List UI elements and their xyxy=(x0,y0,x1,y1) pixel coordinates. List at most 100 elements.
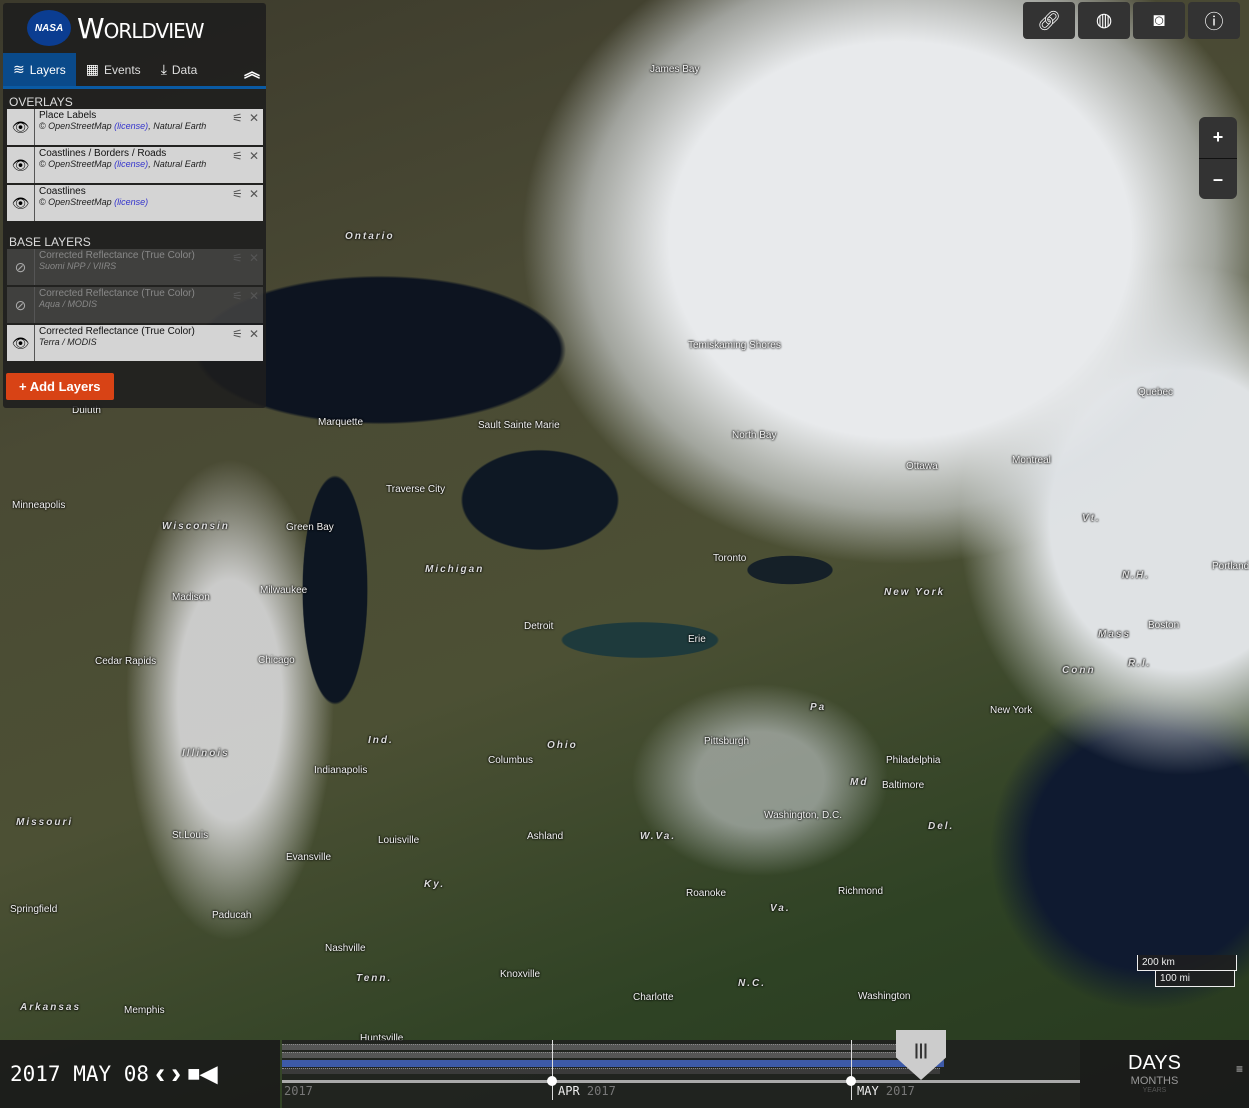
map-label: Charlotte xyxy=(633,992,674,1003)
map-label: R.I. xyxy=(1128,658,1152,669)
year-label: 2017 xyxy=(586,1084,616,1098)
timeline-zoom-level: DAYS MONTHS YEARS ≡ xyxy=(1080,1040,1249,1108)
layer-settings-icon[interactable]: ⚟ xyxy=(232,289,243,303)
remove-layer-icon[interactable]: ✕ xyxy=(249,327,259,341)
tab-data[interactable]: ⤓ Data xyxy=(151,53,208,86)
remove-layer-icon[interactable]: ✕ xyxy=(249,289,259,303)
overlays-heading: OVERLAYS xyxy=(9,95,73,109)
layer-source: Aqua / MODIS xyxy=(39,299,259,309)
map-label: Ashland xyxy=(527,831,564,842)
timeline-track[interactable]: 2017 APR 2017 MAY 2017 ||| xyxy=(282,1030,1080,1108)
link-icon[interactable]: 🔗︎ xyxy=(1023,2,1075,39)
map-label: Louisville xyxy=(378,835,420,846)
map-label: Madison xyxy=(172,592,210,603)
map-label: Sault Sainte Marie xyxy=(478,420,560,431)
layer-name: Corrected Reflectance (True Color) xyxy=(39,250,195,261)
globe-icon[interactable]: ◍ xyxy=(1078,2,1130,39)
tab-layers[interactable]: ≋ Layers xyxy=(3,53,76,86)
layer-settings-icon[interactable]: ⚟ xyxy=(232,149,243,163)
map-label: N.H. xyxy=(1122,570,1150,581)
eye-icon[interactable]: 👁︎ xyxy=(7,147,35,183)
layer-source: © OpenStreetMap (license) xyxy=(39,197,259,207)
remove-layer-icon[interactable]: ✕ xyxy=(249,251,259,265)
layer-name: Place Labels xyxy=(39,110,97,121)
remove-layer-icon[interactable]: ✕ xyxy=(249,111,259,125)
layer-source-text: Terra / MODIS xyxy=(39,337,97,347)
map-label: Green Bay xyxy=(286,522,334,533)
zoom-months[interactable]: MONTHS xyxy=(1060,1075,1249,1087)
map-label: Boston xyxy=(1148,620,1180,631)
map-label: Evansville xyxy=(286,852,332,863)
map-label: Philadelphia xyxy=(886,755,941,766)
license-link[interactable]: (license) xyxy=(114,121,148,131)
layer-settings-icon[interactable]: ⚟ xyxy=(232,327,243,341)
video-camera-icon[interactable]: ■◀ xyxy=(187,1061,217,1087)
current-date[interactable]: 2017 MAY 08 xyxy=(10,1062,149,1086)
map-label: Detroit xyxy=(524,621,554,632)
zoom-controls: + – xyxy=(1199,117,1237,199)
zoom-in-button[interactable]: + xyxy=(1199,117,1237,158)
tab-events[interactable]: ▦ Events xyxy=(76,53,151,86)
map-label: Illinois xyxy=(182,748,230,759)
map-label: Arkansas xyxy=(20,1002,82,1013)
zoom-days[interactable]: DAYS xyxy=(1060,1052,1249,1075)
map-label: Pa xyxy=(810,702,827,713)
zoom-years[interactable]: YEARS xyxy=(1060,1087,1249,1094)
remove-layer-icon[interactable]: ✕ xyxy=(249,149,259,163)
layer-item: 👁︎ Place Labels © OpenStreetMap (license… xyxy=(7,109,263,145)
remove-layer-icon[interactable]: ✕ xyxy=(249,187,259,201)
map-label: Marquette xyxy=(318,417,364,428)
map-label: Washington, D.C. xyxy=(764,810,842,821)
timeline-menu-icon[interactable]: ≡ xyxy=(1236,1062,1243,1076)
map-label: Columbus xyxy=(488,755,534,766)
camera-icon[interactable]: ◙ xyxy=(1133,2,1185,39)
tab-label: Layers xyxy=(29,62,66,77)
layer-item: ⊘ Corrected Reflectance (True Color) Suo… xyxy=(7,249,263,285)
layer-item: 👁︎ Coastlines / Borders / Roads © OpenSt… xyxy=(7,147,263,183)
data-availability-bar xyxy=(282,1060,944,1067)
map-label: Michigan xyxy=(425,564,485,575)
eye-icon[interactable]: 👁︎ xyxy=(7,185,35,221)
layer-name: Corrected Reflectance (True Color) xyxy=(39,326,195,337)
layer-source: Suomi NPP / VIIRS xyxy=(39,261,259,271)
brand: NASA Worldview xyxy=(3,3,266,53)
map-label: Mass xyxy=(1098,629,1132,640)
map-label: Baltimore xyxy=(882,780,925,791)
map-label: Pittsburgh xyxy=(704,736,750,747)
map-label: Del. xyxy=(928,821,955,832)
layer-source-text: © OpenStreetMap xyxy=(39,121,115,131)
month-marker xyxy=(846,1076,856,1086)
map-label: Md xyxy=(850,777,869,788)
map-label: Montreal xyxy=(1012,455,1051,466)
layer-settings-icon[interactable]: ⚟ xyxy=(232,111,243,125)
map-label: Ottawa xyxy=(906,461,938,472)
eye-icon[interactable]: 👁︎ xyxy=(7,325,35,361)
map-label: Portland xyxy=(1212,561,1249,572)
next-day-button[interactable]: › xyxy=(171,1057,181,1091)
zoom-out-button[interactable]: – xyxy=(1199,158,1237,199)
map-label: Cedar Rapids xyxy=(95,656,157,667)
map-label: James Bay xyxy=(650,64,700,75)
eye-icon[interactable]: 👁︎ xyxy=(7,109,35,145)
map-label: Milwaukee xyxy=(260,585,308,596)
sidebar: NASA Worldview ≋ Layers ▦ Events ⤓ Data ︽ O… xyxy=(3,3,266,408)
layer-settings-icon[interactable]: ⚟ xyxy=(232,251,243,265)
add-layers-button[interactable]: + Add Layers xyxy=(6,373,114,400)
eye-slash-icon[interactable]: ⊘ xyxy=(7,287,35,323)
layer-settings-icon[interactable]: ⚟ xyxy=(232,187,243,201)
license-link[interactable]: (license) xyxy=(114,159,148,169)
layer-name: Coastlines xyxy=(39,186,86,197)
eye-slash-icon[interactable]: ⊘ xyxy=(7,249,35,285)
map-label: Ohio xyxy=(547,740,578,751)
layer-source-text: © OpenStreetMap xyxy=(39,197,115,207)
year-label: 2017 xyxy=(284,1084,313,1098)
prev-day-button[interactable]: ‹ xyxy=(155,1057,165,1091)
tab-label: Events xyxy=(104,62,141,77)
map-label: Erie xyxy=(688,634,706,645)
collapse-sidebar-icon[interactable]: ︽ xyxy=(244,58,266,82)
nasa-logo: NASA xyxy=(27,10,71,46)
layer-source-text: © OpenStreetMap xyxy=(39,159,115,169)
calendar-icon: ▦ xyxy=(85,61,99,77)
info-icon[interactable]: ⓘ xyxy=(1188,2,1240,39)
license-link[interactable]: (license) xyxy=(114,197,148,207)
